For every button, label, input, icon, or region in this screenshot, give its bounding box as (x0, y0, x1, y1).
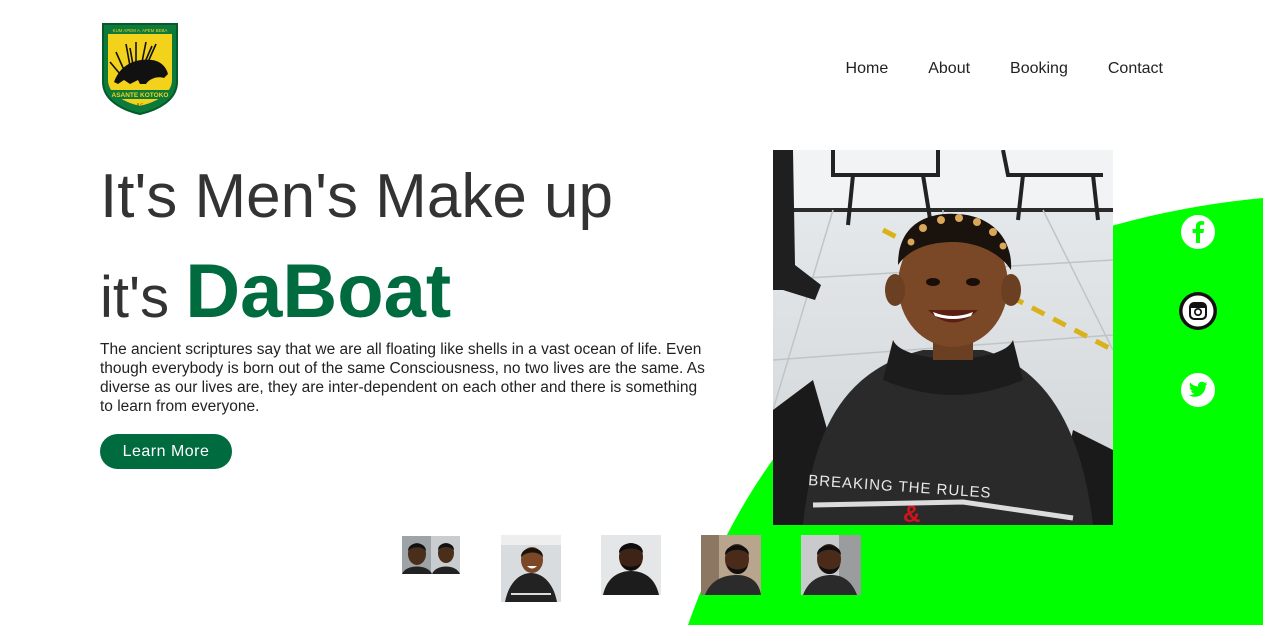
club-logo[interactable]: ASANTE KOTOKO KUM APEM A, APEM BEBA S.C (100, 20, 180, 116)
nav-booking[interactable]: Booking (1010, 60, 1068, 78)
learn-more-button[interactable]: Learn More (100, 434, 232, 469)
facebook-icon[interactable] (1178, 212, 1218, 252)
thumbnail-1[interactable] (402, 536, 460, 574)
logo-sc-text: S.C (137, 102, 144, 107)
thumbnail-4[interactable] (701, 535, 761, 595)
logo-bottom-text: ASANTE KOTOKO (112, 92, 169, 99)
hero-prefix: it's (100, 265, 186, 330)
hero-heading: It's Men's Make up (100, 162, 613, 231)
hero-description: The ancient scriptures say that we are a… (100, 341, 705, 415)
svg-text:&: & (903, 501, 920, 525)
hero-subheading: it's DaBoat (100, 250, 451, 334)
nav-home[interactable]: Home (846, 60, 889, 78)
logo-top-text: KUM APEM A, APEM BEBA (113, 28, 168, 33)
instagram-icon[interactable] (1178, 291, 1218, 331)
thumbnail-3[interactable] (601, 535, 661, 595)
thumbnail-5[interactable] (801, 535, 861, 595)
twitter-icon[interactable] (1178, 370, 1218, 410)
nav-about[interactable]: About (928, 60, 970, 78)
main-nav: Home About Booking Contact (846, 60, 1163, 78)
hero-photo: BREAKING THE RULES & (773, 150, 1113, 525)
thumbnail-2[interactable] (501, 535, 561, 602)
brand-name: DaBoat (185, 249, 452, 334)
nav-contact[interactable]: Contact (1108, 60, 1163, 78)
